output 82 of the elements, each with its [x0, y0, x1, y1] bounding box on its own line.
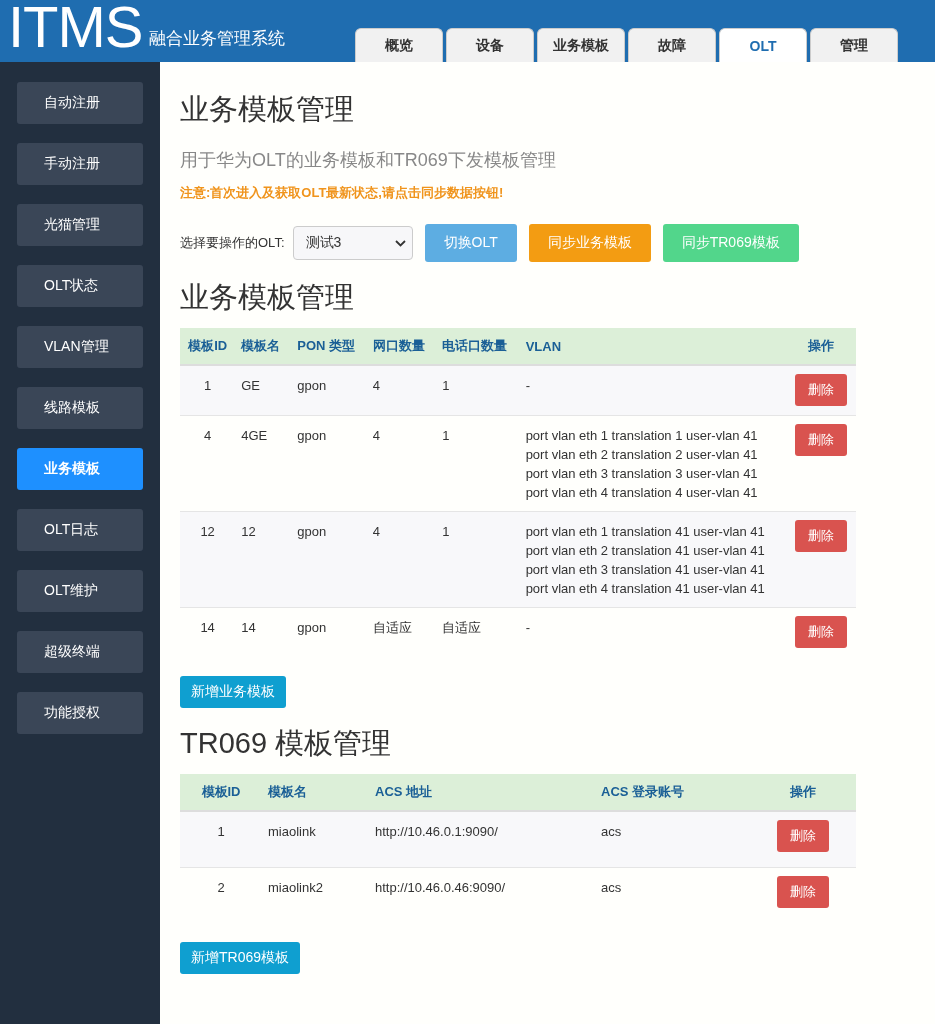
vlan-line: port vlan eth 1 translation 1 user-vlan 41	[525, 427, 759, 445]
table-cell: gpon	[291, 415, 367, 512]
sidebar-item[interactable]: OLT维护	[17, 570, 143, 612]
column-header: 模板ID	[180, 328, 236, 365]
sidebar-item[interactable]: VLAN管理	[17, 326, 143, 368]
table-cell: 4	[366, 365, 437, 416]
nav-tab[interactable]: 设备	[446, 28, 534, 62]
table-cell: 1	[436, 415, 520, 512]
column-header: 模板名	[235, 328, 292, 365]
table-cell: 4	[366, 511, 437, 608]
table-cell: http://10.46.0.1:9090/	[369, 811, 595, 868]
vlan-line: port vlan eth 2 translation 2 user-vlan 41	[525, 446, 759, 464]
sidebar-item[interactable]: 自动注册	[17, 82, 143, 124]
sidebar-item[interactable]: 光猫管理	[17, 204, 143, 246]
column-header: 电话口数量	[436, 328, 520, 365]
select-label: 选择要操作的OLT:	[180, 234, 285, 252]
table-cell: 14	[180, 607, 236, 657]
system-name: 融合业务管理系统	[148, 28, 285, 50]
vlan-line: port vlan eth 4 translation 41 user-vlan 41	[525, 580, 766, 598]
column-header: 网口数量	[366, 328, 437, 365]
sidebar-item[interactable]: 手动注册	[17, 143, 143, 185]
table-cell: GE	[235, 365, 292, 416]
vlan-line: -	[525, 619, 531, 637]
sidebar-item[interactable]: 线路模板	[17, 387, 143, 429]
page-subtitle: 用于华为OLT的业务模板和TR069下发模板管理	[180, 149, 557, 172]
column-header: 操作	[786, 328, 856, 365]
column-header: ACS 地址	[369, 774, 595, 811]
table-cell: 1	[180, 811, 262, 868]
column-header: 模板ID	[180, 774, 262, 811]
table-cell: 4GE	[235, 415, 292, 512]
delete-button[interactable]: 删除	[795, 520, 848, 552]
nav-tab[interactable]: OLT	[719, 28, 807, 62]
nav-tab[interactable]: 管理	[810, 28, 898, 62]
delete-button[interactable]: 删除	[795, 374, 848, 406]
column-header: ACS 登录账号	[595, 774, 751, 811]
table-cell: 自适应	[436, 607, 520, 657]
section-title: TR069 模板管理	[180, 726, 393, 761]
table-cell: 自适应	[366, 607, 437, 657]
table-cell: 12	[180, 511, 236, 608]
table-cell: 2	[180, 867, 262, 923]
section-title: 业务模板管理	[180, 280, 355, 315]
table-cell: 4	[180, 415, 236, 512]
chevron-down-icon	[394, 239, 406, 247]
column-header: PON 类型	[291, 328, 367, 365]
table-cell: miaolink2	[262, 867, 369, 923]
table-cell: 1	[436, 511, 520, 608]
nav-tab[interactable]: 业务模板	[537, 28, 625, 62]
sidebar-item[interactable]: 超级终端	[17, 631, 143, 673]
table-cell: gpon	[291, 365, 367, 416]
table-cell: 14	[235, 607, 292, 657]
notice-text: 注意:首次进入及获取OLT最新状态,请点击同步数据按钮!	[180, 184, 505, 202]
sidebar-item[interactable]: OLT日志	[17, 509, 143, 551]
table-cell: gpon	[291, 607, 367, 657]
table-cell: acs	[595, 867, 751, 923]
delete-button[interactable]: 删除	[795, 616, 848, 648]
table-cell: 4	[366, 415, 437, 512]
nav-tab[interactable]: 概览	[355, 28, 443, 62]
vlan-line: port vlan eth 4 translation 4 user-vlan 41	[525, 484, 759, 502]
delete-button[interactable]: 删除	[795, 424, 848, 456]
table-cell: gpon	[291, 511, 367, 608]
sidebar-item[interactable]: 功能授权	[17, 692, 143, 734]
table-cell: miaolink	[262, 811, 369, 868]
column-header: 操作	[751, 774, 856, 811]
delete-button[interactable]: 删除	[777, 820, 830, 852]
vlan-line: port vlan eth 3 translation 41 user-vlan 41	[525, 561, 766, 579]
delete-button[interactable]: 删除	[777, 876, 830, 908]
table-cell: acs	[595, 811, 751, 868]
table-cell: 1	[180, 365, 236, 416]
table-cell: 1	[436, 365, 520, 416]
sidebar-item[interactable]: OLT状态	[17, 265, 143, 307]
page-title: 业务模板管理	[180, 92, 355, 127]
vlan-line: port vlan eth 3 translation 3 user-vlan 41	[525, 465, 759, 483]
nav-tab[interactable]: 故障	[628, 28, 716, 62]
table-cell: 12	[235, 511, 292, 608]
logo: ITMS	[8, 0, 143, 56]
vlan-line: port vlan eth 2 translation 41 user-vlan 41	[525, 542, 766, 560]
vlan-line: port vlan eth 1 translation 41 user-vlan 41	[525, 523, 766, 541]
vlan-line: -	[525, 377, 531, 395]
column-header: VLAN	[519, 328, 787, 365]
column-header: 模板名	[262, 774, 369, 811]
olt-select[interactable]: 测试3	[292, 226, 413, 260]
table-cell: http://10.46.0.46:9090/	[369, 867, 595, 923]
